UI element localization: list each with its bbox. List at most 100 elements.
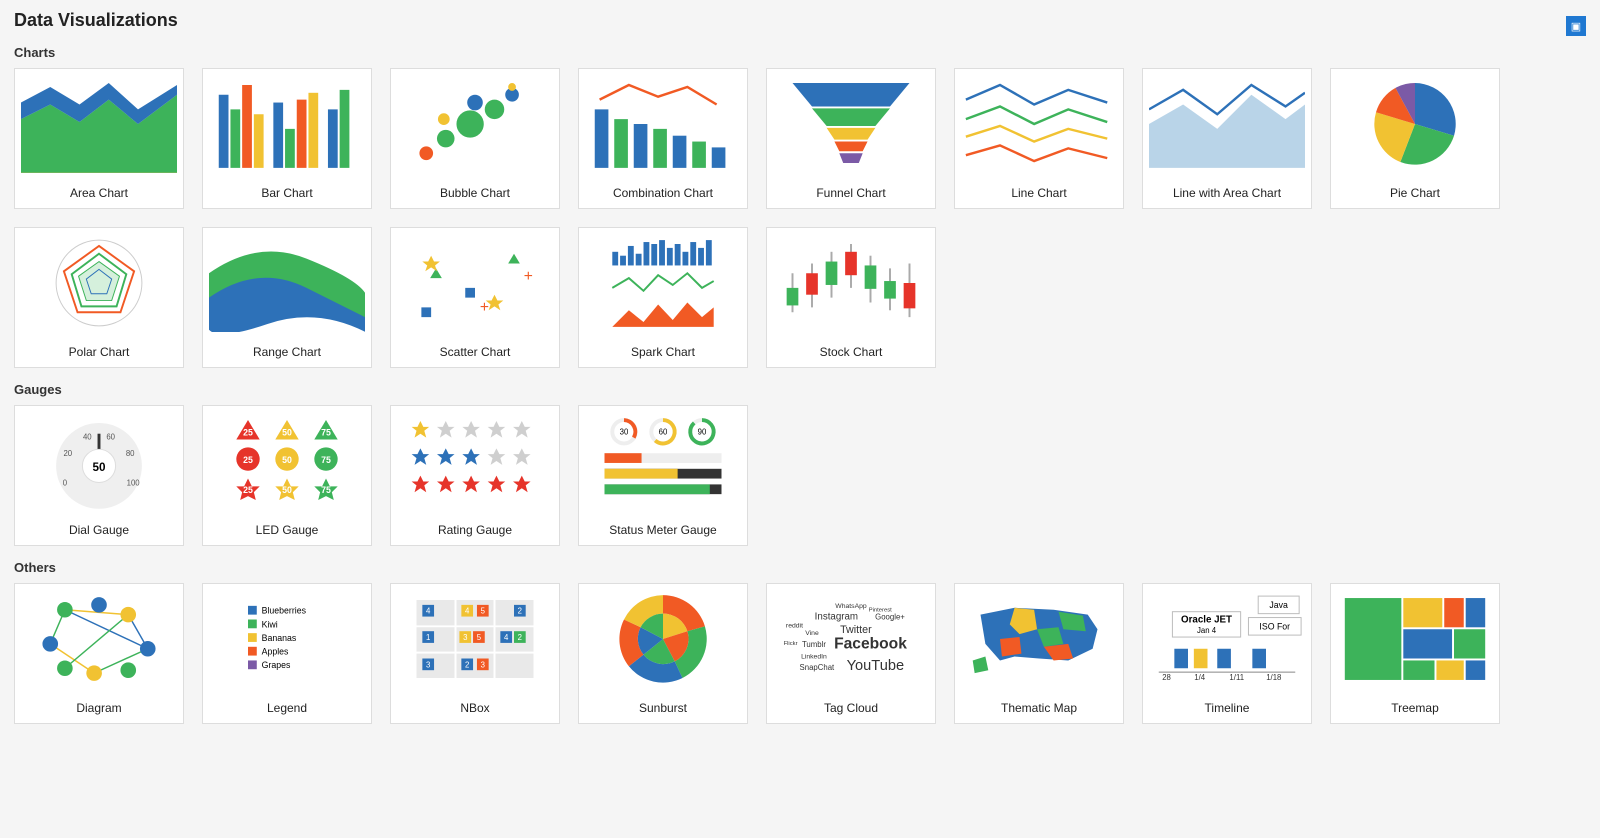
svg-text:1/18: 1/18 <box>1266 673 1281 682</box>
card-label: Treemap <box>1331 694 1499 723</box>
svg-text:50: 50 <box>282 428 292 438</box>
svg-text:Flickr: Flickr <box>784 641 798 647</box>
svg-text:25: 25 <box>243 485 253 495</box>
svg-text:4: 4 <box>465 607 470 616</box>
card-label: Pie Chart <box>1331 179 1499 208</box>
svg-text:Google+: Google+ <box>875 613 905 622</box>
svg-text:50: 50 <box>282 485 292 495</box>
section-heading-others: Others <box>14 560 1586 575</box>
svg-text:2: 2 <box>518 633 522 642</box>
svg-text:LinkedIn: LinkedIn <box>801 654 827 661</box>
bubble-chart-icon <box>391 69 559 179</box>
svg-text:Apples: Apples <box>262 647 289 657</box>
card-bubble-chart[interactable]: Bubble Chart <box>390 68 560 209</box>
svg-text:ISO For: ISO For <box>1259 621 1290 631</box>
status-meter-gauge-icon: 30 60 90 <box>579 406 747 516</box>
card-scatter-chart[interactable]: + + Scatter Chart <box>390 227 560 368</box>
card-polar-chart[interactable]: Polar Chart <box>14 227 184 368</box>
card-dial-gauge[interactable]: 020406080100 50 Dial Gauge <box>14 405 184 546</box>
svg-text:3: 3 <box>463 633 467 642</box>
card-nbox[interactable]: 4 4 5 2 1 3 5 4 2 3 2 3 NBox <box>390 583 560 724</box>
treemap-icon <box>1331 584 1499 694</box>
thematic-map-icon <box>955 584 1123 694</box>
card-label: Timeline <box>1143 694 1311 723</box>
card-sunburst[interactable]: Sunburst <box>578 583 748 724</box>
card-label: Legend <box>203 694 371 723</box>
svg-text:1/11: 1/11 <box>1229 673 1244 682</box>
card-legend[interactable]: Blueberries Kiwi Bananas Apples Grapes L… <box>202 583 372 724</box>
svg-text:100: 100 <box>127 478 141 487</box>
svg-text:50: 50 <box>92 461 106 474</box>
card-label: Thematic Map <box>955 694 1123 723</box>
svg-text:Kiwi: Kiwi <box>262 619 278 629</box>
card-thematic-map[interactable]: Thematic Map <box>954 583 1124 724</box>
card-label: Spark Chart <box>579 338 747 367</box>
card-label: NBox <box>391 694 559 723</box>
card-diagram[interactable]: Diagram <box>14 583 184 724</box>
svg-text:Blueberries: Blueberries <box>262 606 307 616</box>
svg-text:Jan 4: Jan 4 <box>1197 626 1217 635</box>
card-label: Line Chart <box>955 179 1123 208</box>
info-icon[interactable]: ▣ <box>1566 16 1586 36</box>
card-pie-chart[interactable]: Pie Chart <box>1330 68 1500 209</box>
card-label: Range Chart <box>203 338 371 367</box>
card-funnel-chart[interactable]: Funnel Chart <box>766 68 936 209</box>
gauges-grid: 020406080100 50 Dial Gauge 25 50 75 25 <box>14 405 1586 546</box>
svg-text:28: 28 <box>1162 673 1171 682</box>
card-status-meter-gauge[interactable]: 30 60 90 Status Meter Gauge <box>578 405 748 546</box>
card-combination-chart[interactable]: Combination Chart <box>578 68 748 209</box>
svg-text:Tumblr: Tumblr <box>802 640 826 649</box>
svg-text:60: 60 <box>106 433 115 442</box>
svg-text:4: 4 <box>426 607 431 616</box>
svg-text:WhatsApp: WhatsApp <box>835 603 867 610</box>
svg-text:75: 75 <box>321 428 331 438</box>
led-gauge-icon: 25 50 75 25 50 75 25 50 75 <box>203 406 371 516</box>
svg-text:25: 25 <box>243 428 253 438</box>
svg-text:50: 50 <box>282 455 292 465</box>
card-label: Rating Gauge <box>391 516 559 545</box>
svg-text:0: 0 <box>63 478 68 487</box>
pie-chart-icon <box>1331 69 1499 179</box>
svg-text:Bananas: Bananas <box>262 633 297 643</box>
card-treemap[interactable]: Treemap <box>1330 583 1500 724</box>
svg-text:Twitter: Twitter <box>840 624 872 636</box>
card-label: Dial Gauge <box>15 516 183 545</box>
charts-grid: Area Chart Bar Chart <box>14 68 1586 368</box>
svg-text:Grapes: Grapes <box>262 660 291 670</box>
card-line-with-area-chart[interactable]: Line with Area Chart <box>1142 68 1312 209</box>
card-stock-chart[interactable]: Stock Chart <box>766 227 936 368</box>
card-range-chart[interactable]: Range Chart <box>202 227 372 368</box>
card-led-gauge[interactable]: 25 50 75 25 50 75 25 50 75 LED Gauge <box>202 405 372 546</box>
svg-text:Vine: Vine <box>805 630 819 637</box>
svg-text:Java: Java <box>1269 600 1288 610</box>
svg-text:80: 80 <box>126 449 135 458</box>
bar-chart-icon <box>203 69 371 179</box>
svg-text:4: 4 <box>504 633 509 642</box>
range-chart-icon <box>203 228 371 338</box>
svg-text:40: 40 <box>83 433 92 442</box>
nbox-icon: 4 4 5 2 1 3 5 4 2 3 2 3 <box>391 584 559 694</box>
section-heading-charts: Charts <box>14 45 1586 60</box>
others-grid: Diagram Blueberries Kiwi Bananas Apples … <box>14 583 1586 724</box>
card-spark-chart[interactable]: Spark Chart <box>578 227 748 368</box>
card-rating-gauge[interactable]: Rating Gauge <box>390 405 560 546</box>
line-area-chart-icon <box>1143 69 1311 179</box>
svg-text:60: 60 <box>659 428 668 437</box>
stock-chart-icon <box>767 228 935 338</box>
card-timeline[interactable]: Java Oracle JET Jan 4 ISO For 28 1/4 1/1… <box>1142 583 1312 724</box>
sunburst-icon <box>579 584 747 694</box>
card-label: Bar Chart <box>203 179 371 208</box>
card-label: Tag Cloud <box>767 694 935 723</box>
polar-chart-icon <box>15 228 183 338</box>
card-line-chart[interactable]: Line Chart <box>954 68 1124 209</box>
card-tag-cloud[interactable]: WhatsApp Instagram Google+ reddit Pinter… <box>766 583 936 724</box>
line-chart-icon <box>955 69 1123 179</box>
svg-text:SnapChat: SnapChat <box>800 663 836 672</box>
card-area-chart[interactable]: Area Chart <box>14 68 184 209</box>
svg-text:2: 2 <box>518 607 522 616</box>
card-bar-chart[interactable]: Bar Chart <box>202 68 372 209</box>
card-label: Scatter Chart <box>391 338 559 367</box>
timeline-icon: Java Oracle JET Jan 4 ISO For 28 1/4 1/1… <box>1143 584 1311 694</box>
area-chart-icon <box>15 69 183 179</box>
combination-chart-icon <box>579 69 747 179</box>
